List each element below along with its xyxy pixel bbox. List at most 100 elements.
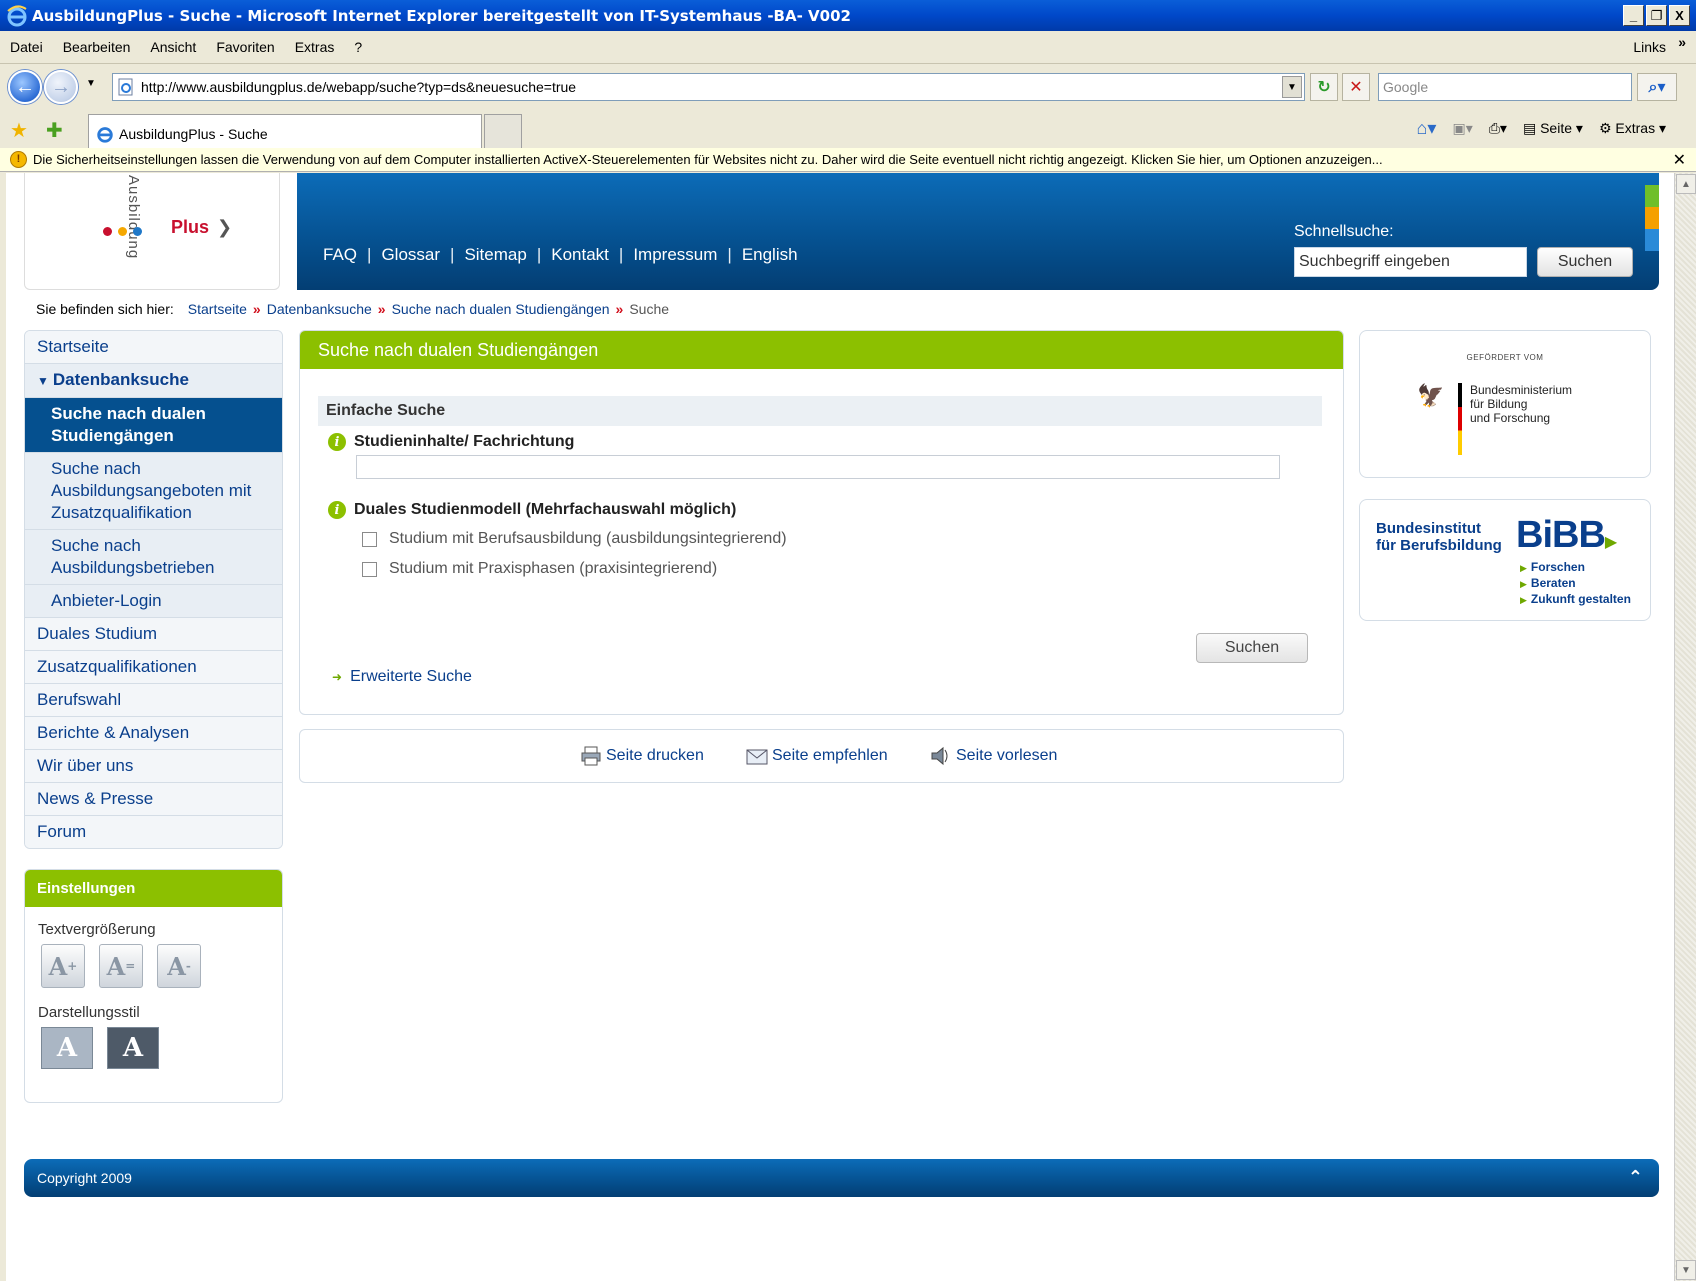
url-dropdown-icon[interactable]: ▼ [1282,76,1302,98]
search-input[interactable]: Google [1378,73,1632,101]
breadcrumb-prefix: Sie befinden sich hier: [36,301,174,317]
sidebar-item-ausbildungsbetriebe[interactable]: Suche nach Ausbildungsbetrieben [25,530,282,585]
new-tab-button[interactable] [484,114,522,152]
text-larger-button[interactable]: A + [41,944,85,988]
nav-faq[interactable]: FAQ [323,245,357,265]
ausbildungplus-logo[interactable]: Ausbildung Plus ❯ [24,173,280,290]
scroll-down-icon[interactable]: ▼ [1676,1260,1696,1280]
security-infobar[interactable]: ! Die Sicherheitseinstellungen lassen di… [0,148,1696,172]
quick-search-button[interactable]: Suchen [1537,247,1633,277]
bibb-wordmark: BiBB▶ [1516,514,1617,557]
ie-tab-icon [97,126,113,143]
menu-datei[interactable]: Datei [0,39,53,55]
style-dark-button[interactable]: A [107,1027,159,1069]
sidebar-item-duale-studiengaenge[interactable]: Suche nach dualen Studiengängen [25,398,282,453]
breadcrumb-separator: » [252,301,261,317]
advanced-search-link[interactable]: ➜ Erweiterte Suche [332,668,472,686]
page-viewport: Ausbildung Plus ❯ FAQ | Glossar | Sitemap |… [6,173,1674,1281]
print-icon[interactable]: ⎙▾ [1489,120,1507,137]
studieninhalte-input[interactable] [356,455,1280,479]
nav-english[interactable]: English [742,245,798,265]
forward-button[interactable]: → [44,70,78,104]
print-page-link[interactable]: Seite drucken [580,746,704,766]
quick-search-input[interactable]: Suchbegriff eingeben [1294,247,1527,277]
back-to-top-icon[interactable]: ⌃ [1628,1167,1643,1188]
checkbox[interactable] [362,531,377,547]
close-infobar-icon[interactable]: ✕ [1673,150,1686,170]
url-field[interactable]: http://www.ausbildungplus.de/webapp/such… [112,73,1305,101]
home-icon[interactable]: ⌂▾ [1417,118,1437,139]
text-smaller-button[interactable]: A- [157,944,201,988]
refresh-icon[interactable]: ↻ [1310,73,1338,101]
recommend-page-link[interactable]: Seite empfehlen [746,746,888,766]
sidebar-item-duales-studium[interactable]: Duales Studium [25,618,282,651]
bmbf-name: Bundesministerium für Bildung und Forsch… [1470,383,1572,425]
bibb-sponsor-logo[interactable]: Bundesinstitut für Berufsbildung BiBB▶ ▶… [1359,499,1651,621]
read-page-label: Seite vorlesen [956,747,1058,764]
funded-by-text: GEFÖRDERT VOM [1466,353,1544,362]
extras-menu[interactable]: ⚙ Extras ▾ [1599,120,1666,137]
back-button[interactable]: ← [8,70,42,104]
page-menu[interactable]: ▤ Seite ▾ [1523,120,1583,137]
search-submit-button[interactable]: Suchen [1196,633,1308,663]
ie-logo-icon [7,4,27,26]
nav-kontakt[interactable]: Kontakt [551,245,609,265]
nav-sitemap[interactable]: Sitemap [464,245,526,265]
nav-separator: | [367,245,372,264]
nav-glossar[interactable]: Glossar [381,245,440,265]
vertical-scrollbar[interactable]: ▲ ▼ [1674,173,1696,1281]
infobar-text: Die Sicherheitseinstellungen lassen die … [33,152,1383,167]
menu-help[interactable]: ? [344,39,372,55]
maximize-button[interactable]: ❐ [1646,5,1667,26]
sidebar-item-wir-ueber-uns[interactable]: Wir über uns [25,750,282,783]
sidebar-item-zusatzqualifikation[interactable]: Suche nach Ausbildungsangeboten mit Zusa… [25,453,282,530]
info-icon[interactable]: i [328,501,346,519]
sidebar-item-zusatzqualifikationen[interactable]: Zusatzqualifikationen [25,651,282,684]
info-icon[interactable]: i [328,433,346,451]
sidebar-item-anbieter-login[interactable]: Anbieter-Login [25,585,282,618]
logo-dot-red [103,227,112,236]
sidebar-nav: Startseite ▼ Datenbanksuche Suche nach du… [24,330,283,849]
style-light-button[interactable]: A [41,1027,93,1069]
feeds-icon[interactable]: ▣▾ [1452,120,1472,137]
toolbar-overflow-icon[interactable]: » [1678,34,1686,50]
close-window-button[interactable]: X [1669,5,1690,26]
option-praxisintegrierend[interactable]: Studium mit Praxisphasen (praxisintegrie… [362,560,717,578]
minimize-button[interactable]: _ [1623,5,1644,26]
breadcrumb-startseite[interactable]: Startseite [188,301,247,317]
print-page-label: Seite drucken [606,747,704,764]
menu-extras[interactable]: Extras [285,39,345,55]
menu-favoriten[interactable]: Favoriten [206,39,284,55]
sidebar-item-news[interactable]: News & Presse [25,783,282,816]
sidebar-item-label: Datenbanksuche [52,370,189,389]
breadcrumb-duale-studiengaenge[interactable]: Suche nach dualen Studiengängen [392,301,610,317]
sidebar-item-berichte[interactable]: Berichte & Analysen [25,717,282,750]
sidebar-item-forum[interactable]: Forum [25,816,282,848]
sidebar-item-berufswahl[interactable]: Berufswahl [25,684,282,717]
favorites-star-icon[interactable]: ★ [10,118,28,143]
stop-icon[interactable]: ✕ [1342,73,1370,101]
bibb-tagline: ▶ Forschen ▶ Beraten ▶ Zukunft gestalten [1520,560,1631,608]
bibb-name-line: Bundesinstitut [1376,520,1481,537]
text-normal-button[interactable]: A = [99,944,143,988]
nav-impressum[interactable]: Impressum [633,245,717,265]
checkbox[interactable] [362,561,377,577]
display-style-buttons: A A [25,1027,282,1069]
maximize-icon: ❐ [1650,8,1663,23]
field-studienmodell-label: i Duales Studienmodell (Mehrfachauswahl … [328,501,736,519]
menu-ansicht[interactable]: Ansicht [140,39,206,55]
bmbf-sponsor-logo[interactable]: GEFÖRDERT VOM 🦅 Bundesministerium für Bi… [1359,330,1651,478]
search-icon[interactable]: ⌕▾ [1637,73,1677,101]
breadcrumb-datenbanksuche[interactable]: Datenbanksuche [267,301,372,317]
add-favorites-icon[interactable]: ✚ [46,118,63,143]
sidebar-item-datenbanksuche[interactable]: ▼ Datenbanksuche [25,364,282,398]
breadcrumb-separator: » [615,301,624,317]
menu-bearbeiten[interactable]: Bearbeiten [53,39,141,55]
option-ausbildungsintegrierend[interactable]: Studium mit Berufsausbildung (ausbildung… [362,530,787,548]
sidebar-item-startseite[interactable]: Startseite [25,331,282,364]
read-page-link[interactable]: Seite vorlesen [930,746,1057,766]
history-dropdown-icon[interactable]: ▼ [86,78,96,89]
links-toolbar[interactable]: Links [1633,39,1666,55]
scroll-up-icon[interactable]: ▲ [1676,174,1696,194]
browser-tab[interactable]: AusbildungPlus - Suche [88,114,482,152]
